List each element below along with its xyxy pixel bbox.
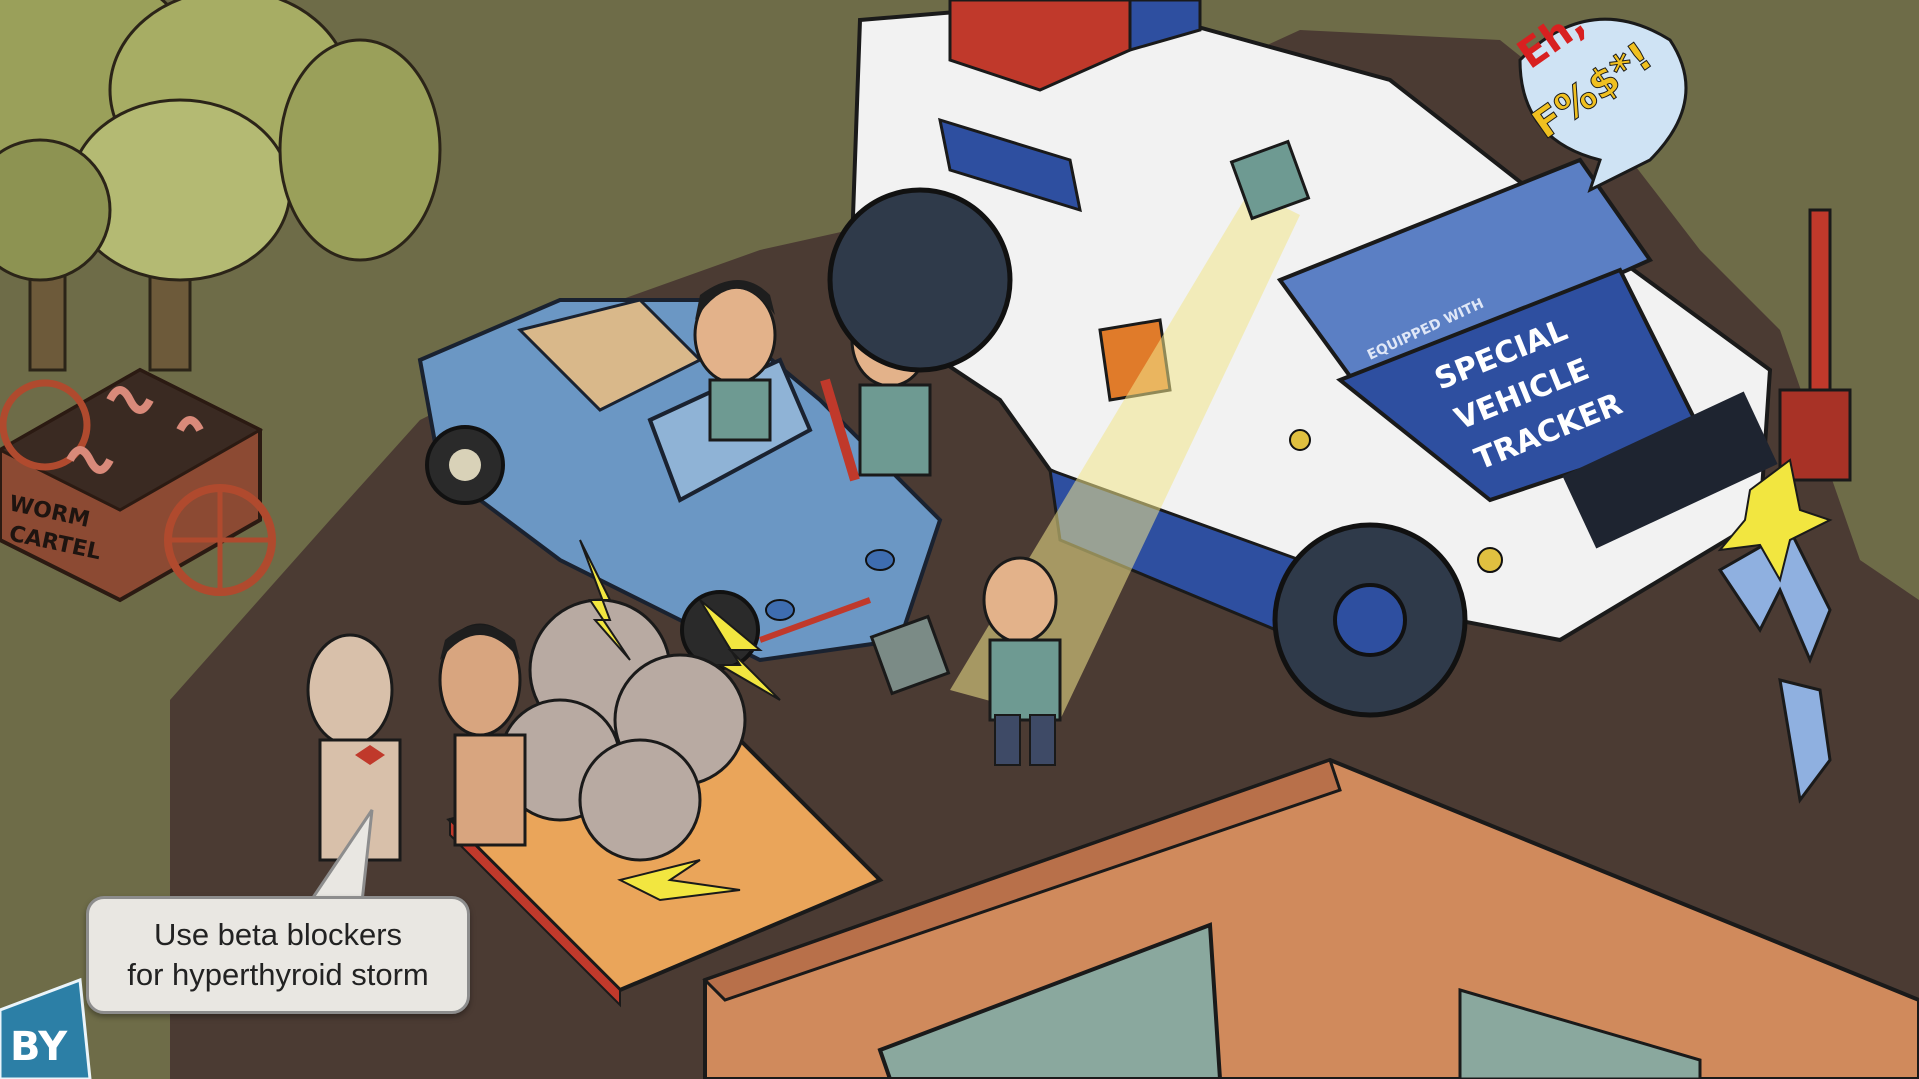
caption-line-2: for hyperthyroid storm [127,957,429,992]
cartoon-scene: WORM CARTEL EQUIPPED WITH SPECIAL VEHICL… [0,0,1919,1079]
caption-line-1: Use beta blockers [153,917,403,952]
corner-sign-text: BY [10,1024,68,1070]
caption-bubble: Use beta blockers for hyperthyroid storm [86,896,470,1014]
truck-wheel-rear [827,187,1013,373]
